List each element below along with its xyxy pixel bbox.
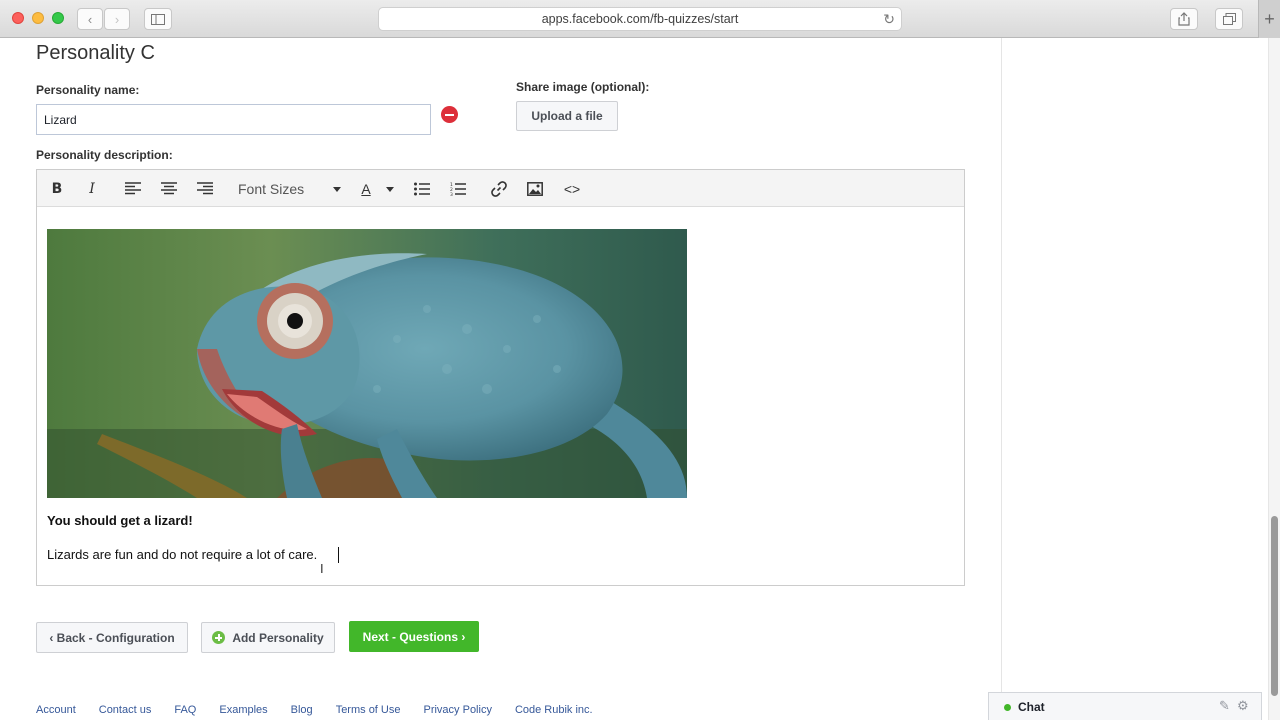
window-close-icon[interactable] [12, 12, 24, 24]
url-text: apps.facebook.com/fb-quizzes/start [541, 12, 739, 26]
browser-toolbar: ‹ › apps.facebook.com/fb-quizzes/start ↻… [0, 0, 1280, 38]
add-personality-label: Add Personality [232, 630, 324, 645]
text-cursor [338, 547, 339, 563]
next-questions-button[interactable]: Next - Questions › [349, 621, 479, 652]
scrollbar-thumb[interactable] [1271, 516, 1278, 696]
new-tab-icon[interactable]: + [1258, 0, 1280, 38]
footer-link-faq[interactable]: FAQ [174, 704, 196, 716]
editor-toolbar: B I Font Sizes A 123 <> [37, 170, 964, 207]
link-icon[interactable] [490, 170, 508, 207]
footer-link-contact[interactable]: Contact us [99, 704, 152, 716]
page-content: Personality C Personality name: Share im… [0, 38, 1280, 720]
description-body[interactable]: Lizards are fun and do not require a lot… [47, 547, 317, 562]
description-heading[interactable]: You should get a lizard! [47, 513, 193, 528]
upload-file-button[interactable]: Upload a file [516, 101, 618, 131]
address-bar[interactable]: apps.facebook.com/fb-quizzes/start ↻ [378, 7, 902, 31]
font-sizes-caret-icon[interactable] [333, 187, 341, 192]
forward-arrow-icon[interactable]: › [104, 8, 130, 30]
share-icon[interactable] [1170, 8, 1198, 30]
scrollbar[interactable] [1268, 38, 1280, 720]
font-sizes-dropdown[interactable]: Font Sizes [238, 170, 318, 207]
align-right-icon[interactable] [196, 170, 214, 207]
gear-icon[interactable]: ⚙ [1237, 698, 1249, 714]
column-divider [1001, 38, 1002, 720]
online-status-icon [1004, 704, 1011, 711]
personality-description-label: Personality description: [36, 148, 173, 162]
share-image-label: Share image (optional): [516, 80, 650, 94]
footer-links: Account Contact us FAQ Examples Blog Ter… [36, 704, 593, 716]
personality-name-input[interactable] [36, 104, 431, 135]
text-color-icon[interactable]: A [359, 170, 373, 207]
footer-link-account[interactable]: Account [36, 704, 76, 716]
svg-text:3: 3 [450, 192, 453, 196]
section-title: Personality C [36, 42, 155, 64]
bold-icon[interactable]: B [50, 170, 64, 207]
align-left-icon[interactable] [124, 170, 142, 207]
window-maximize-icon[interactable] [52, 12, 64, 24]
code-icon[interactable]: <> [562, 170, 582, 207]
image-icon[interactable] [526, 170, 544, 207]
numbered-list-icon[interactable]: 123 [449, 170, 467, 207]
chameleon-image [47, 229, 687, 498]
reload-icon[interactable]: ↻ [883, 11, 895, 28]
footer-link-privacy[interactable]: Privacy Policy [423, 704, 491, 716]
footer-link-examples[interactable]: Examples [219, 704, 267, 716]
ibeam-cursor-icon: I [320, 561, 324, 576]
remove-icon[interactable] [441, 106, 458, 123]
rich-text-editor: B I Font Sizes A 123 <> You should get a… [36, 169, 965, 586]
add-personality-button[interactable]: Add Personality [201, 622, 335, 653]
personality-name-label: Personality name: [36, 83, 140, 97]
window-minimize-icon[interactable] [32, 12, 44, 24]
compose-icon[interactable]: ✎ [1219, 698, 1230, 714]
back-arrow-icon[interactable]: ‹ [77, 8, 103, 30]
italic-icon[interactable]: I [86, 170, 98, 207]
footer-link-company[interactable]: Code Rubik inc. [515, 704, 593, 716]
tabs-icon[interactable] [1215, 8, 1243, 30]
footer-link-terms[interactable]: Terms of Use [336, 704, 401, 716]
text-color-caret-icon[interactable] [386, 187, 394, 192]
chat-bar[interactable]: Chat ✎ ⚙ [988, 692, 1262, 720]
bullet-list-icon[interactable] [413, 170, 431, 207]
footer-link-blog[interactable]: Blog [291, 704, 313, 716]
chat-label: Chat [1018, 700, 1045, 714]
plus-circle-icon [212, 631, 226, 644]
sidebar-icon[interactable] [144, 8, 172, 30]
align-center-icon[interactable] [160, 170, 178, 207]
back-configuration-button[interactable]: ‹ Back - Configuration [36, 622, 188, 653]
